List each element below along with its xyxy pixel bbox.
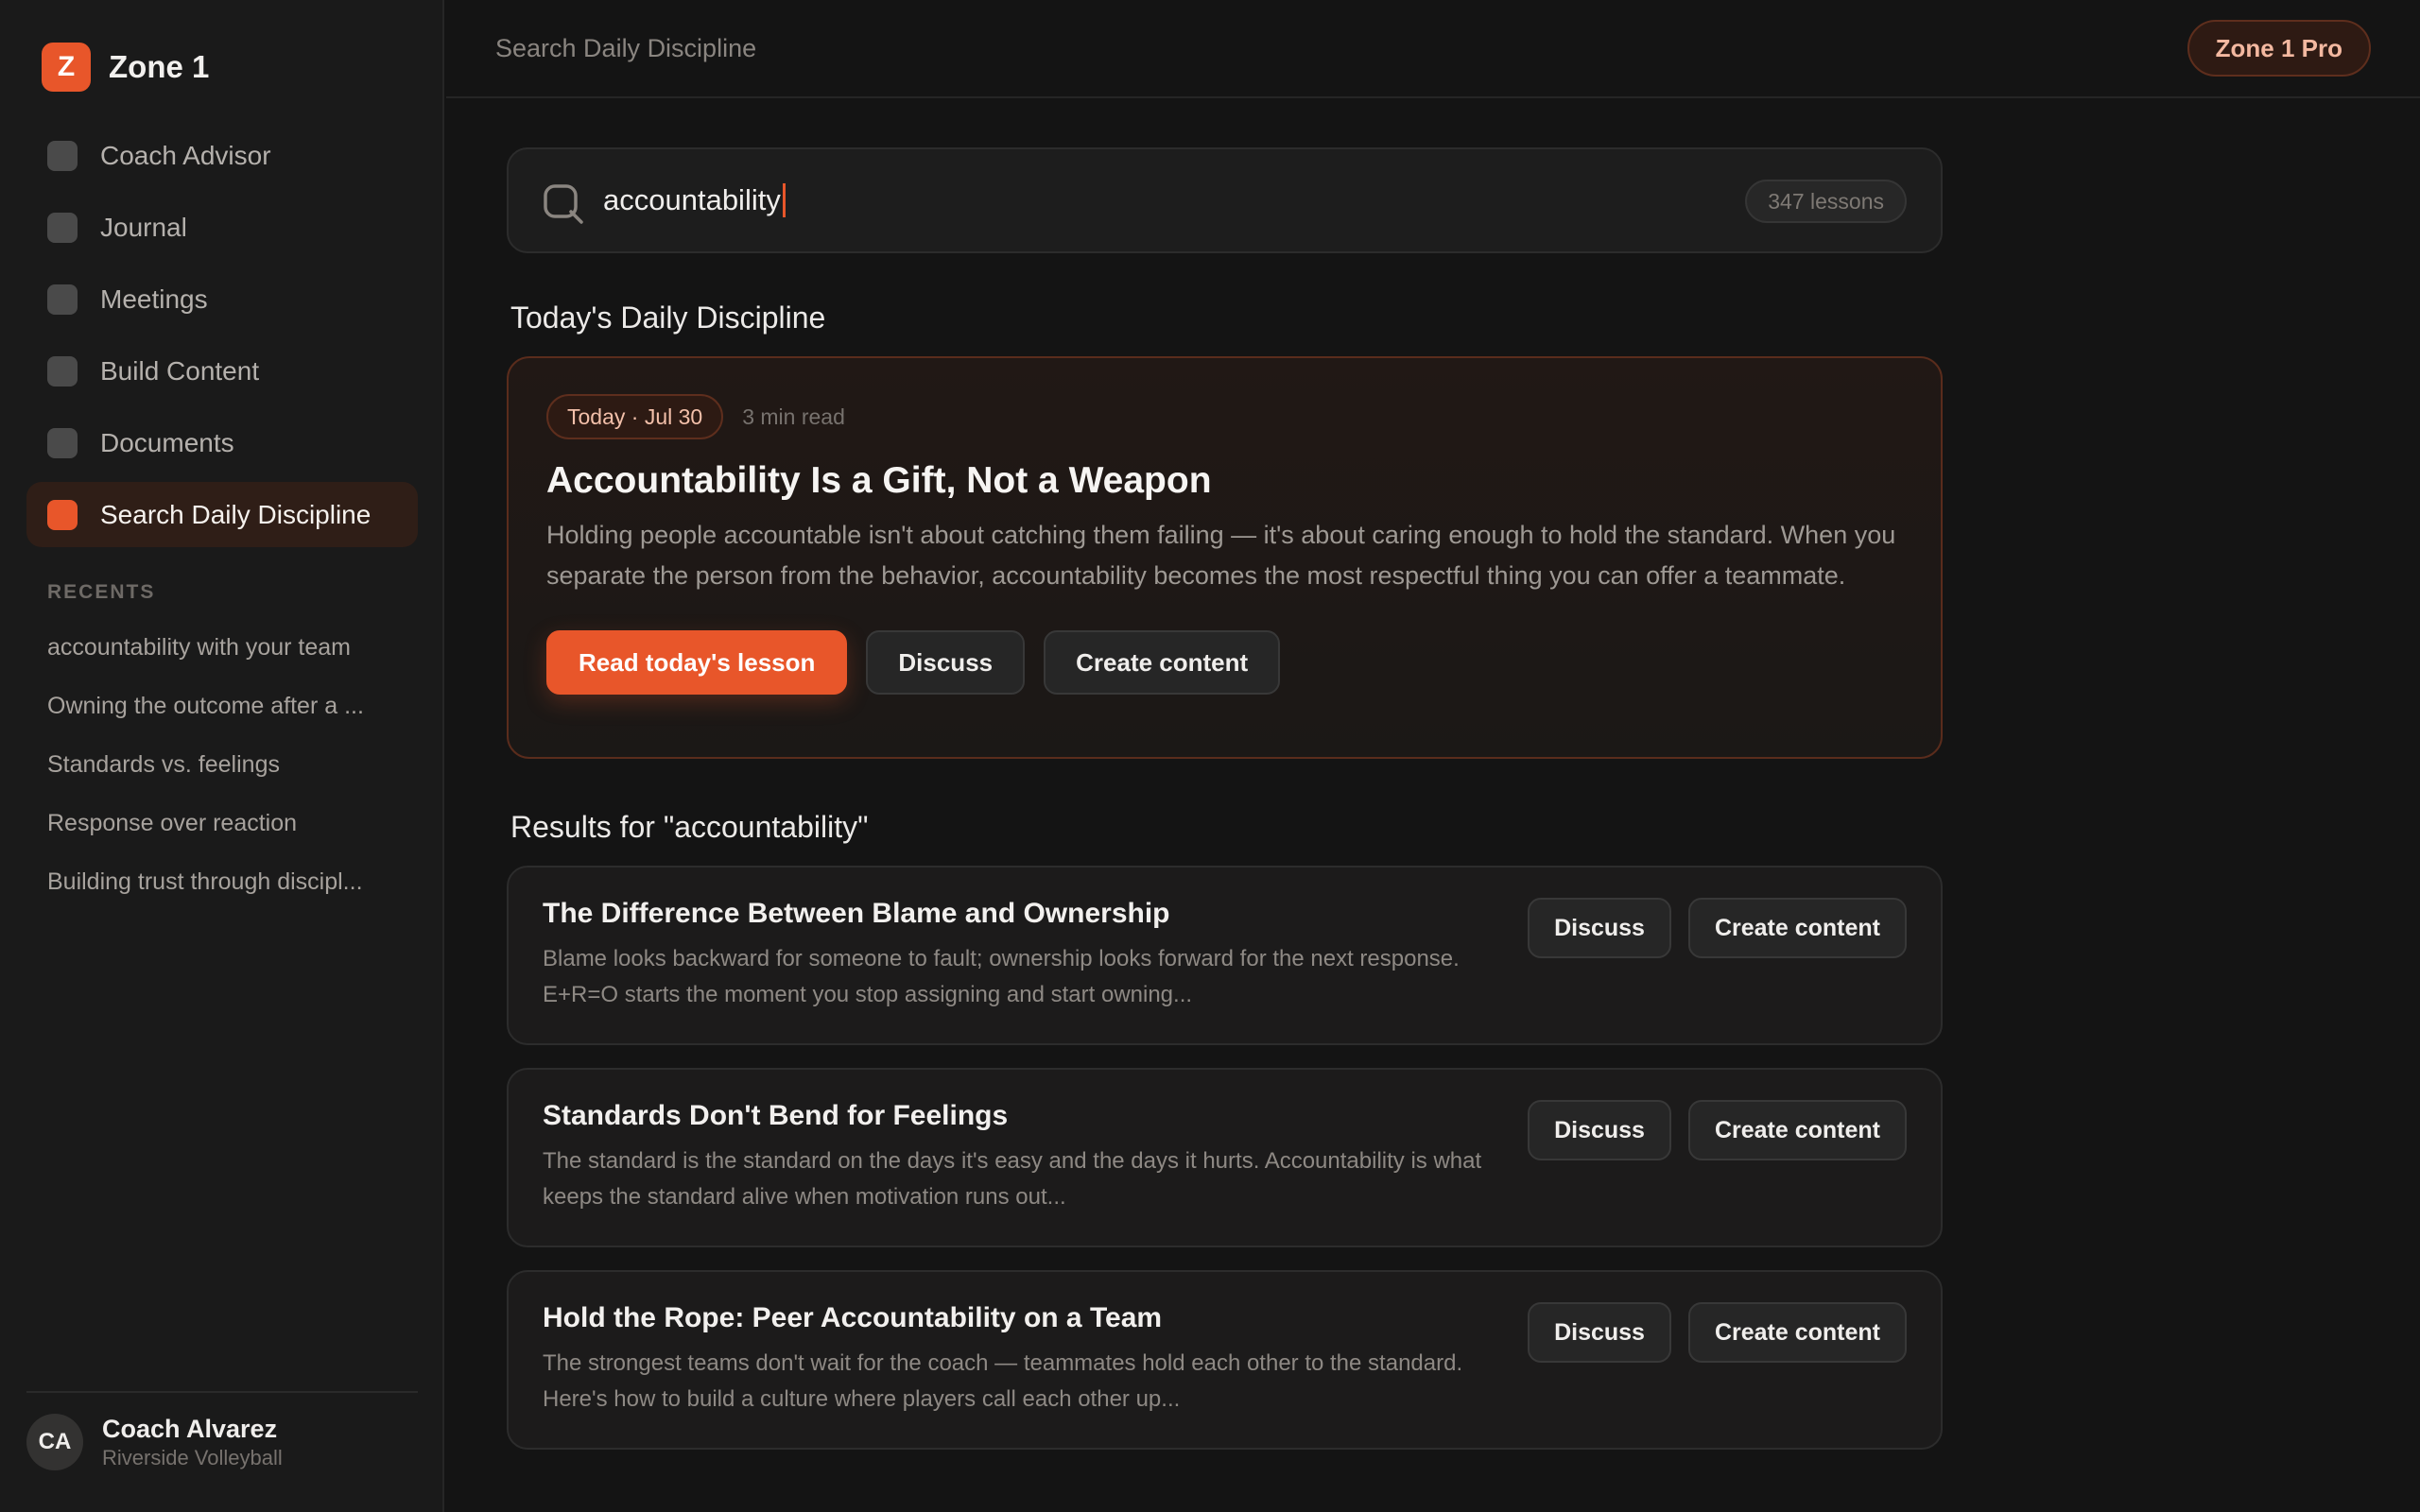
today-lesson-title: Accountability Is a Gift, Not a Weapon [546, 460, 1212, 501]
build-content-icon [47, 355, 78, 387]
sidebar-nav: Coach Advisor Journal Meetings Build Con… [26, 123, 418, 554]
date-pill: Today · Jul 30 [546, 394, 724, 439]
result-summary: The standard is the standard on the days… [543, 1148, 1482, 1210]
top-bar: Search Daily Discipline Zone 1 Pro [446, 0, 2420, 98]
read-lesson-button[interactable]: Read today's lesson [546, 630, 848, 695]
recent-item[interactable]: Standards vs. feelings [47, 743, 406, 801]
sidebar-item-label: Search Daily Discipline [100, 499, 372, 529]
search-input[interactable]: accountability [603, 149, 786, 251]
user-team: Riverside Volleyball [102, 1445, 283, 1469]
sidebar-item-build-content[interactable]: Build Content [26, 338, 418, 404]
sidebar: Z Zone 1 Coach Advisor Journal Meetings … [0, 0, 444, 1512]
sidebar-item-journal[interactable]: Journal [26, 195, 418, 260]
sidebar-item-meetings[interactable]: Meetings [26, 266, 418, 332]
brand-logo-icon: Z [42, 43, 91, 92]
result-card[interactable]: The Difference Between Blame and Ownersh… [507, 866, 1943, 1045]
search-icon [544, 184, 583, 224]
result-actions: Discuss Create content [1528, 898, 1907, 958]
discuss-button[interactable]: Discuss [1528, 1100, 1671, 1160]
result-summary: The strongest teams don't wait for the c… [543, 1350, 1463, 1412]
recent-item[interactable]: Building trust through discipl... [47, 860, 406, 919]
user-profile[interactable]: CA Coach Alvarez Riverside Volleyball [26, 1391, 418, 1470]
page-title: Search Daily Discipline [495, 34, 757, 62]
create-content-button[interactable]: Create content [1044, 630, 1281, 695]
avatar: CA [26, 1414, 83, 1470]
today-lesson-card: Today · Jul 30 3 min read Accountability… [507, 356, 1943, 759]
main-content: accountability 347 lessons Today's Daily… [507, 147, 1943, 1450]
user-info: Coach Alvarez Riverside Volleyball [102, 1415, 283, 1470]
search-daily-discipline-icon [47, 499, 78, 530]
meetings-icon [47, 284, 78, 315]
brand[interactable]: Z Zone 1 [42, 43, 209, 92]
sidebar-item-label: Meetings [100, 284, 208, 314]
sidebar-item-label: Coach Advisor [100, 140, 271, 170]
documents-icon [47, 427, 78, 458]
discuss-button[interactable]: Discuss [1528, 1302, 1671, 1363]
recents-heading: RECENTS [47, 581, 156, 603]
discuss-button[interactable]: Discuss [866, 630, 1026, 695]
create-content-button[interactable]: Create content [1687, 1302, 1907, 1363]
result-card[interactable]: Hold the Rope: Peer Accountability on a … [507, 1270, 1943, 1450]
recent-item[interactable]: Owning the outcome after a ... [47, 684, 406, 743]
sidebar-item-search-daily-discipline[interactable]: Search Daily Discipline [26, 482, 418, 547]
sidebar-item-coach-advisor[interactable]: Coach Advisor [26, 123, 418, 188]
read-time: 3 min read [742, 404, 845, 429]
brand-name: Zone 1 [109, 49, 210, 84]
recent-item[interactable]: accountability with your team [47, 626, 406, 684]
sidebar-item-label: Documents [100, 427, 234, 457]
recents-list: accountability with your team Owning the… [47, 626, 406, 919]
sidebar-item-documents[interactable]: Documents [26, 410, 418, 475]
result-summary: Blame looks backward for someone to faul… [543, 946, 1460, 1007]
recent-item[interactable]: Response over reaction [47, 801, 406, 860]
coach-advisor-icon [47, 140, 78, 171]
today-meta: Today · Jul 30 3 min read [546, 394, 1903, 439]
result-actions: Discuss Create content [1528, 1100, 1907, 1160]
today-section-title: Today's Daily Discipline [510, 301, 826, 335]
user-name: Coach Alvarez [102, 1414, 278, 1443]
result-card[interactable]: Standards Don't Bend for Feelings The st… [507, 1068, 1943, 1247]
create-content-button[interactable]: Create content [1687, 1100, 1907, 1160]
today-actions: Read today's lesson Discuss Create conte… [546, 630, 1903, 695]
create-content-button[interactable]: Create content [1687, 898, 1907, 958]
sidebar-item-label: Build Content [100, 355, 260, 386]
lesson-count-badge: 347 lessons [1745, 180, 1907, 223]
pro-badge[interactable]: Zone 1 Pro [2187, 20, 2371, 77]
sidebar-item-label: Journal [100, 212, 187, 242]
discuss-button[interactable]: Discuss [1528, 898, 1671, 958]
search-input-value: accountability [603, 183, 781, 216]
search-box[interactable]: accountability 347 lessons [507, 147, 1943, 253]
result-actions: Discuss Create content [1528, 1302, 1907, 1363]
text-caret [782, 183, 786, 217]
journal-icon [47, 212, 78, 243]
today-lesson-summary: Holding people accountable isn't about c… [546, 521, 1896, 590]
results-section-title: Results for "accountability" [510, 810, 869, 844]
